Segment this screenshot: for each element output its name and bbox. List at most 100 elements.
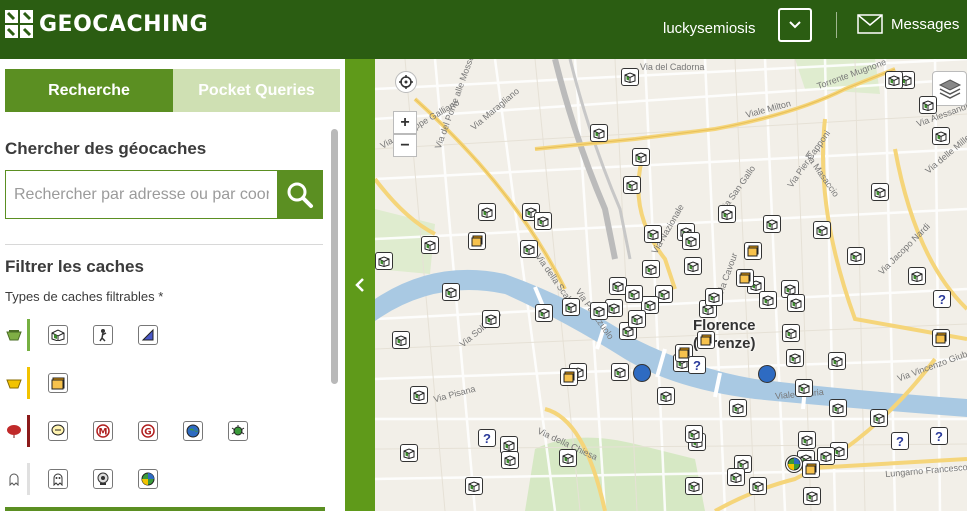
zoom-out-button[interactable]: −: [393, 134, 417, 157]
traditional-cache-marker[interactable]: [727, 468, 745, 486]
wherigo-cache-icon[interactable]: [93, 325, 113, 345]
zoom-in-button[interactable]: +: [393, 111, 417, 134]
earthcache-marker[interactable]: [633, 364, 651, 382]
traditional-cache-marker[interactable]: [871, 183, 889, 201]
multi-cache-marker[interactable]: [468, 232, 486, 250]
mystery-cache-marker[interactable]: ?: [930, 427, 948, 445]
community-event-icon[interactable]: [138, 469, 158, 489]
traditional-cache-marker[interactable]: [749, 477, 767, 495]
multi-cache-icon[interactable]: [48, 373, 68, 393]
traditional-cache-marker[interactable]: [482, 310, 500, 328]
traditional-cache-marker[interactable]: [657, 387, 675, 405]
lab-cache-icon[interactable]: [228, 421, 248, 441]
webcam-cache-icon[interactable]: [93, 469, 113, 489]
traditional-cache-marker[interactable]: [870, 409, 888, 427]
traditional-cache-icon[interactable]: [48, 325, 68, 345]
traditional-cache-marker[interactable]: [798, 431, 816, 449]
earthcache-icon[interactable]: [183, 421, 203, 441]
traditional-cache-marker[interactable]: [623, 176, 641, 194]
traditional-cache-marker[interactable]: [625, 285, 643, 303]
sidebar-bottom-button-edge[interactable]: [5, 507, 325, 511]
mystery-cache-icon[interactable]: [48, 421, 68, 441]
traditional-cache-marker[interactable]: [684, 257, 702, 275]
mystery-cache-marker[interactable]: ?: [688, 356, 706, 374]
traditional-cache-marker[interactable]: [885, 71, 903, 89]
traditional-cache-marker[interactable]: [465, 477, 483, 495]
traditional-cache-marker[interactable]: [644, 225, 662, 243]
traditional-cache-marker[interactable]: [682, 232, 700, 250]
search-button[interactable]: [277, 171, 322, 218]
gps-adventures-icon[interactable]: G: [138, 421, 158, 441]
messages-link[interactable]: Messages: [857, 14, 959, 34]
earthcache-marker[interactable]: [758, 365, 776, 383]
traditional-cache-marker[interactable]: [520, 240, 538, 258]
traditional-cache-marker[interactable]: [621, 68, 639, 86]
traditional-cache-marker[interactable]: [632, 148, 650, 166]
tab-pocket-queries[interactable]: Pocket Queries: [173, 69, 340, 112]
chevron-left-icon: [355, 278, 364, 292]
traditional-cache-marker[interactable]: [685, 477, 703, 495]
traditional-cache-marker[interactable]: [813, 221, 831, 239]
traditional-cache-marker[interactable]: [718, 205, 736, 223]
traditional-cache-marker[interactable]: [803, 487, 821, 505]
multi-cache-marker[interactable]: [736, 269, 754, 287]
sidebar-tabs: Recherche Pocket Queries: [5, 69, 340, 112]
multi-cache-marker[interactable]: [697, 331, 715, 349]
multi-cache-marker[interactable]: [560, 368, 578, 386]
crosshair-icon: [399, 75, 413, 89]
multi-cache-marker[interactable]: [932, 329, 950, 347]
traditional-cache-marker[interactable]: [562, 298, 580, 316]
traditional-cache-marker[interactable]: [829, 399, 847, 417]
traditional-cache-marker[interactable]: [782, 324, 800, 342]
traditional-cache-marker[interactable]: [501, 451, 519, 469]
username[interactable]: luckysemiosis: [663, 20, 756, 37]
user-menu-button[interactable]: [778, 8, 812, 42]
mystery-cache-marker[interactable]: ?: [933, 290, 951, 308]
traditional-cache-marker[interactable]: [534, 212, 552, 230]
tab-recherche[interactable]: Recherche: [5, 69, 173, 112]
traditional-cache-marker[interactable]: [628, 310, 646, 328]
traditional-cache-marker[interactable]: [787, 294, 805, 312]
traditional-cache-marker[interactable]: [786, 349, 804, 367]
messages-label: Messages: [891, 15, 960, 33]
traditional-cache-marker[interactable]: [763, 215, 781, 233]
traditional-cache-marker[interactable]: [642, 260, 660, 278]
traditional-cache-marker[interactable]: [559, 449, 577, 467]
multi-cache-marker[interactable]: [802, 460, 820, 478]
traditional-cache-marker[interactable]: [400, 444, 418, 462]
traditional-cache-marker[interactable]: [705, 288, 723, 306]
traditional-cache-marker[interactable]: [478, 203, 496, 221]
map-view[interactable]: Via del Ponte alle Mosse Via della Scala…: [375, 59, 967, 511]
sidebar-scrollbar[interactable]: [331, 129, 338, 384]
traditional-cache-marker[interactable]: [828, 352, 846, 370]
traditional-cache-marker[interactable]: [535, 304, 553, 322]
locate-me-button[interactable]: [395, 71, 417, 93]
traditional-cache-marker[interactable]: [908, 267, 926, 285]
traditional-cache-marker[interactable]: [590, 124, 608, 142]
multi-cache-marker[interactable]: [744, 242, 762, 260]
ghost-cache-icon[interactable]: [48, 469, 68, 489]
traditional-cache-marker[interactable]: [932, 127, 950, 145]
traditional-cache-marker[interactable]: [410, 386, 428, 404]
mystery-cache-marker[interactable]: ?: [891, 432, 909, 450]
traditional-cache-marker[interactable]: [795, 379, 813, 397]
mega-event-icon[interactable]: M: [93, 421, 113, 441]
traditional-cache-marker[interactable]: [590, 302, 608, 320]
traditional-cache-marker[interactable]: [729, 399, 747, 417]
traditional-cache-marker[interactable]: [375, 252, 393, 270]
virtual-cache-icon[interactable]: [138, 325, 158, 345]
traditional-cache-marker[interactable]: [442, 283, 460, 301]
traditional-cache-marker[interactable]: [392, 331, 410, 349]
traditional-cache-marker[interactable]: [685, 425, 703, 443]
collapse-sidebar-button[interactable]: [345, 59, 375, 511]
mystery-cache-marker[interactable]: ?: [478, 429, 496, 447]
traditional-cache-marker[interactable]: [611, 363, 629, 381]
geocaching-logo[interactable]: GEOCACHING: [4, 9, 208, 39]
community-event-marker[interactable]: [785, 455, 803, 473]
traditional-cache-marker[interactable]: [847, 247, 865, 265]
traditional-cache-marker[interactable]: [421, 236, 439, 254]
search-input[interactable]: [6, 171, 277, 218]
map-layers-button[interactable]: [932, 71, 967, 106]
traditional-cache-marker[interactable]: [919, 96, 937, 114]
traditional-cache-marker[interactable]: [759, 291, 777, 309]
